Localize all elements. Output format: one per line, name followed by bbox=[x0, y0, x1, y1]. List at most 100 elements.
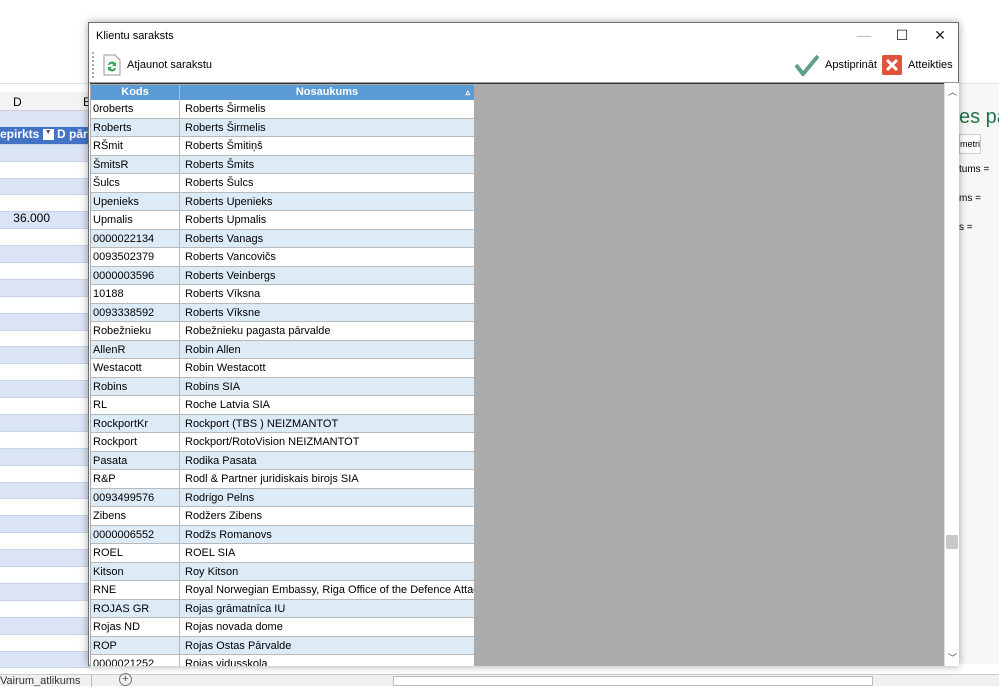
table-row[interactable]: ŠmitsR Roberts Šmits bbox=[91, 155, 474, 174]
cell-nosaukums: Roberts Šmits bbox=[185, 158, 255, 171]
excel-row bbox=[0, 246, 90, 264]
table-row[interactable]: Upmalis Roberts Upmalis bbox=[91, 211, 474, 230]
table-row[interactable]: Robežnieku Robežnieku pagasta pārvalde bbox=[91, 322, 474, 341]
scroll-up-icon[interactable]: ︿ bbox=[945, 85, 960, 98]
client-grid: Kods Nosaukums ▵ 0roberts Roberts Širmelis… bbox=[90, 83, 945, 666]
excel-row bbox=[0, 162, 90, 179]
table-row[interactable]: 0000003596 Roberts Veinbergs bbox=[91, 266, 474, 285]
cell-kods: Robins bbox=[91, 377, 180, 395]
excel-row bbox=[0, 297, 90, 314]
cell-kods: R&P bbox=[91, 470, 180, 488]
excel-cell-value[interactable]: 36.000 bbox=[0, 211, 50, 225]
cell-nosaukums: Roy Kitson bbox=[185, 565, 239, 578]
cell-nosaukums: Rojas Ostas Pārvalde bbox=[185, 639, 292, 652]
table-row[interactable]: 10188 Roberts Vīksna bbox=[91, 285, 474, 304]
sheet-bar: Vairum_atlikums + bbox=[0, 673, 999, 687]
table-row[interactable]: RNE Royal Norwegian Embassy, Riga Office … bbox=[91, 581, 474, 600]
table-row[interactable]: Westacott Robin Westacott bbox=[91, 359, 474, 378]
vertical-scrollbar[interactable]: ︿ ﹀ bbox=[944, 83, 959, 666]
scrollbar-thumb[interactable] bbox=[946, 535, 958, 549]
cell-nosaukums: Robins SIA bbox=[185, 380, 241, 393]
sheet-tab[interactable]: Vairum_atlikums bbox=[0, 675, 92, 687]
cell-kods: 0000006552 bbox=[91, 525, 180, 543]
client-list-dialog: Klientu saraksts — ☐ ✕ Atjaunot sarakstu… bbox=[88, 22, 959, 666]
excel-table-header: epirkts ▼ D pārd bbox=[0, 127, 90, 144]
table-row[interactable]: RŠmit Roberts Šmitiņš bbox=[91, 137, 474, 156]
table-row[interactable]: Zibens Rodžers Zibens bbox=[91, 507, 474, 526]
cell-kods: Roberts bbox=[91, 118, 180, 136]
excel-row bbox=[0, 263, 90, 280]
table-row[interactable]: 0000022134 Roberts Vanags bbox=[91, 229, 474, 248]
table-row[interactable]: ROP Rojas Ostas Pārvalde bbox=[91, 636, 474, 655]
cell-kods: Šulcs bbox=[91, 174, 180, 192]
cell-kods: Kitson bbox=[91, 562, 180, 580]
table-row[interactable]: R&P Rodl & Partner juridiskais birojs SIA bbox=[91, 470, 474, 489]
cell-kods: 0000003596 bbox=[91, 266, 180, 284]
table-row[interactable]: Rojas ND Rojas novada dome bbox=[91, 618, 474, 637]
table-row[interactable]: 0093338592 Roberts Vīksne bbox=[91, 303, 474, 322]
table-row[interactable]: 0000021252 Rojas vidusskola bbox=[91, 655, 474, 666]
table-row[interactable]: Upenieks Roberts Upenieks bbox=[91, 192, 474, 211]
table-header: Kods Nosaukums ▵ bbox=[91, 85, 474, 100]
cell-nosaukums: Roberts Širmelis bbox=[185, 103, 266, 115]
excel-row bbox=[0, 635, 90, 652]
table-row[interactable]: AllenR Robin Allen bbox=[91, 340, 474, 359]
table-row[interactable]: 0093502379 Roberts Vancovičs bbox=[91, 248, 474, 267]
cancel-x-icon bbox=[882, 55, 902, 75]
table-row[interactable]: RockportKr Rockport (TBS ) NEIZMANTOT bbox=[91, 414, 474, 433]
excel-row bbox=[0, 432, 90, 449]
table-row[interactable]: Šulcs Roberts Šulcs bbox=[91, 174, 474, 193]
cell-nosaukums: Royal Norwegian Embassy, Riga Office of … bbox=[185, 584, 474, 596]
excel-row bbox=[0, 466, 90, 483]
table-row[interactable]: Roberts Roberts Širmelis bbox=[91, 118, 474, 137]
cell-nosaukums: Roberts Šmitiņš bbox=[185, 140, 263, 152]
table-row[interactable]: Robins Robins SIA bbox=[91, 377, 474, 396]
excel-row bbox=[0, 567, 90, 584]
cell-kods: RockportKr bbox=[91, 414, 180, 432]
table-row[interactable]: 0000006552 Rodžs Romanovs bbox=[91, 525, 474, 544]
excel-row bbox=[0, 651, 90, 669]
table-row[interactable]: ROEL ROEL SIA bbox=[91, 544, 474, 563]
cell-nosaukums: Roberts Širmelis bbox=[185, 121, 266, 134]
horizontal-scrollbar[interactable] bbox=[393, 676, 873, 686]
excel-row bbox=[0, 229, 90, 247]
excel-row bbox=[0, 364, 90, 382]
table-row[interactable]: RL Roche Latvia SIA bbox=[91, 396, 474, 415]
cell-kods: ŠmitsR bbox=[91, 155, 180, 173]
column-header-nosaukums[interactable]: Nosaukums ▵ bbox=[180, 85, 474, 100]
cell-nosaukums: Roberts Vīksne bbox=[185, 306, 261, 319]
cell-kods: Westacott bbox=[91, 359, 180, 377]
excel-row bbox=[0, 195, 90, 213]
filter-dropdown-icon[interactable]: ▼ bbox=[42, 129, 54, 141]
cell-nosaukums: Roberts Veinbergs bbox=[185, 269, 276, 282]
minimize-button[interactable]: — bbox=[845, 23, 883, 47]
excel-rows bbox=[0, 111, 90, 669]
close-button[interactable]: ✕ bbox=[921, 23, 959, 47]
side-panel-tab[interactable]: metri bbox=[959, 134, 981, 154]
maximize-button[interactable]: ☐ bbox=[883, 23, 921, 47]
table-row[interactable]: Rockport Rockport/RotoVision NEIZMANTOT bbox=[91, 433, 474, 452]
cell-nosaukums: Roberts Vīksna bbox=[185, 288, 261, 300]
cell-kods: RNE bbox=[91, 581, 180, 599]
refresh-list-button[interactable]: Atjaunot sarakstu bbox=[103, 52, 212, 78]
table-row[interactable]: Pasata Rodika Pasata bbox=[91, 451, 474, 470]
cell-nosaukums: Rodika Pasata bbox=[185, 454, 257, 467]
table-row[interactable]: ROJAS GR Rojas grāmatnīca IU bbox=[91, 599, 474, 618]
cell-nosaukums: Roberts Vanags bbox=[185, 232, 264, 245]
client-table: Kods Nosaukums ▵ 0roberts Roberts Širmelis… bbox=[91, 85, 474, 666]
column-d-header[interactable]: D bbox=[13, 95, 22, 109]
excel-row bbox=[0, 144, 90, 162]
table-row[interactable]: 0093499576 Rodrigo Pelns bbox=[91, 488, 474, 507]
table-row[interactable]: 0roberts Roberts Širmelis bbox=[91, 100, 474, 119]
table-row[interactable]: Kitson Roy Kitson bbox=[91, 562, 474, 581]
cancel-button[interactable]: Atteikties bbox=[882, 52, 953, 78]
cell-nosaukums: Rodrigo Pelns bbox=[185, 491, 255, 504]
excel-row bbox=[0, 533, 90, 551]
cell-nosaukums: Roberts Šulcs bbox=[185, 177, 254, 189]
column-header-kods[interactable]: Kods bbox=[91, 85, 180, 100]
scroll-down-icon[interactable]: ﹀ bbox=[945, 651, 960, 664]
add-sheet-icon[interactable]: + bbox=[119, 673, 132, 686]
confirm-button[interactable]: Apstiprināt bbox=[795, 52, 877, 78]
cell-nosaukums: Rojas novada dome bbox=[185, 621, 283, 633]
cell-kods: RL bbox=[91, 396, 180, 414]
